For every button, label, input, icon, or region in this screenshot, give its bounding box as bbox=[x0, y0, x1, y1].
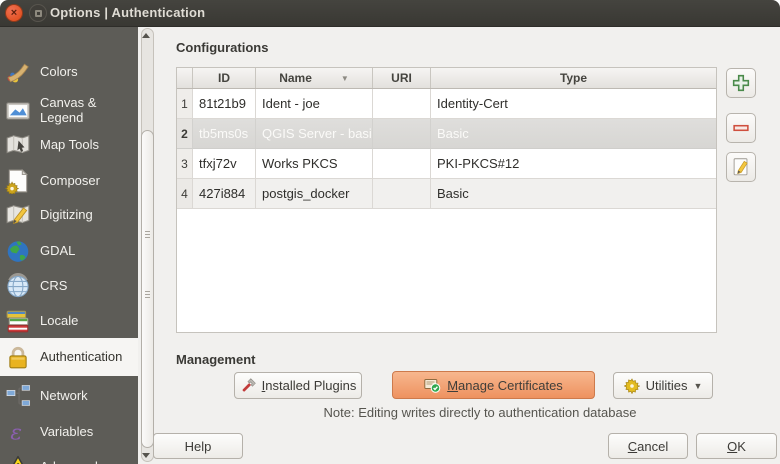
options-dialog: × Options | Authentication Colors Canvas… bbox=[0, 0, 780, 464]
installed-plugins-button[interactable]: Installed Plugins bbox=[234, 372, 362, 399]
sidebar-item-label: Digitizing bbox=[40, 208, 93, 223]
table-header-row: ID Name▼ URI Type bbox=[177, 68, 716, 89]
close-icon[interactable]: × bbox=[5, 4, 23, 22]
sidebar-item-advanced[interactable]: Advanced bbox=[0, 449, 138, 464]
sidebar-item-label: GDAL bbox=[40, 244, 75, 259]
sidebar-item-gdal[interactable]: GDAL bbox=[0, 233, 138, 269]
sidebar-item-label: Locale bbox=[40, 314, 78, 329]
edit-config-button[interactable] bbox=[726, 152, 756, 182]
variables-icon: ε bbox=[5, 419, 31, 445]
edit-icon bbox=[730, 156, 752, 178]
sidebar-item-label: Advanced bbox=[40, 460, 98, 464]
configurations-label: Configurations bbox=[176, 40, 268, 55]
sidebar-item-label: Network bbox=[40, 389, 88, 404]
column-header-id[interactable]: ID bbox=[193, 68, 256, 88]
table-row[interactable]: 3 tfxj72v Works PKCS PKI-PKCS#12 bbox=[177, 149, 716, 179]
svg-text:ε: ε bbox=[10, 421, 22, 445]
table-row-selected[interactable]: 2 tb5ms0s QGIS Server - basic Basic bbox=[177, 119, 716, 149]
manage-certificates-button[interactable]: Manage Certificates bbox=[392, 371, 595, 399]
configurations-table: ID Name▼ URI Type 1 81t21b9 Ident - joe … bbox=[176, 67, 717, 333]
gear-icon bbox=[624, 378, 640, 394]
map-tools-icon bbox=[5, 132, 31, 158]
titlebar: × Options | Authentication bbox=[0, 0, 780, 27]
table-row[interactable]: 4 427i884 postgis_docker Basic bbox=[177, 179, 716, 209]
sidebar-item-crs[interactable]: CRS bbox=[0, 268, 138, 304]
sidebar-item-digitizing[interactable]: Digitizing bbox=[0, 197, 138, 233]
management-label: Management bbox=[176, 352, 255, 367]
column-header-name[interactable]: Name▼ bbox=[256, 68, 373, 88]
sidebar-item-colors[interactable]: Colors bbox=[0, 54, 138, 90]
sidebar: Colors Canvas & Legend Map Tools bbox=[0, 27, 138, 464]
scroll-up-icon[interactable] bbox=[142, 33, 150, 38]
canvas-legend-icon bbox=[5, 98, 31, 124]
warning-icon bbox=[5, 454, 31, 464]
window-title: Options | Authentication bbox=[50, 5, 205, 20]
gdal-icon bbox=[5, 238, 31, 264]
locale-icon bbox=[5, 308, 31, 334]
restore-icon[interactable] bbox=[29, 4, 47, 22]
sidebar-item-network[interactable]: Network bbox=[0, 378, 138, 414]
sidebar-item-label: Variables bbox=[40, 425, 93, 440]
sidebar-item-label: Canvas & Legend bbox=[40, 96, 122, 126]
sidebar-scrollbar[interactable] bbox=[139, 27, 156, 464]
column-header-rownum[interactable] bbox=[177, 68, 193, 88]
colors-icon bbox=[5, 59, 31, 85]
sidebar-item-label: Composer bbox=[40, 174, 100, 189]
sidebar-item-label: CRS bbox=[40, 279, 67, 294]
sidebar-item-label: Colors bbox=[40, 65, 78, 80]
note-text: Note: Editing writes directly to authent… bbox=[240, 405, 720, 420]
column-header-type[interactable]: Type bbox=[431, 68, 716, 88]
sort-desc-icon: ▼ bbox=[341, 74, 349, 83]
minus-icon bbox=[730, 117, 752, 139]
certificate-icon bbox=[424, 377, 441, 393]
sidebar-item-composer[interactable]: Composer bbox=[0, 163, 138, 199]
sidebar-item-variables[interactable]: ε Variables bbox=[0, 414, 138, 450]
network-icon bbox=[5, 383, 31, 409]
add-config-button[interactable] bbox=[726, 68, 756, 98]
sidebar-item-label: Map Tools bbox=[40, 138, 99, 153]
cancel-button[interactable]: Cancel bbox=[608, 433, 688, 459]
column-header-uri[interactable]: URI bbox=[373, 68, 431, 88]
composer-icon bbox=[5, 168, 31, 194]
crs-icon bbox=[5, 273, 31, 299]
wrench-icon bbox=[240, 378, 256, 394]
digitizing-icon bbox=[5, 202, 31, 228]
utilities-button[interactable]: Utilities ▼ bbox=[613, 372, 713, 399]
sidebar-item-authentication[interactable]: Authentication bbox=[0, 338, 138, 376]
remove-config-button[interactable] bbox=[726, 113, 756, 143]
chevron-down-icon: ▼ bbox=[693, 381, 702, 391]
sidebar-item-map-tools[interactable]: Map Tools bbox=[0, 127, 138, 163]
lock-icon bbox=[5, 344, 31, 370]
help-button[interactable]: Help bbox=[153, 433, 243, 459]
sidebar-item-label: Authentication bbox=[40, 350, 122, 365]
sidebar-item-locale[interactable]: Locale bbox=[0, 303, 138, 339]
scrollbar-thumb[interactable] bbox=[141, 130, 154, 448]
ok-button[interactable]: OK bbox=[696, 433, 777, 459]
plus-icon bbox=[730, 72, 752, 94]
table-row[interactable]: 1 81t21b9 Ident - joe Identity-Cert bbox=[177, 89, 716, 119]
scroll-down-icon[interactable] bbox=[142, 453, 150, 458]
